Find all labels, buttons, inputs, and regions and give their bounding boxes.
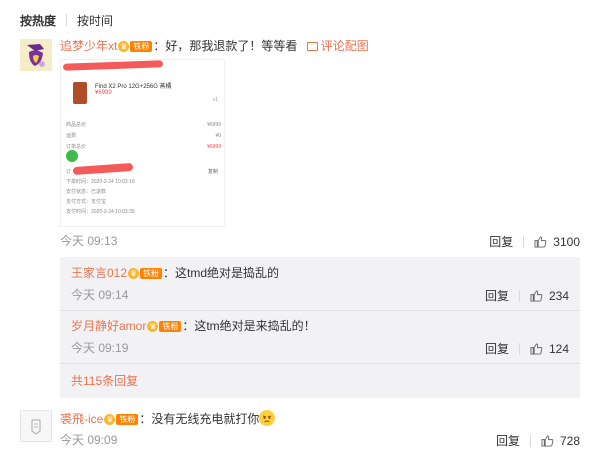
order-row: 支付状态：已退款	[66, 189, 107, 195]
username-link[interactable]: 裘飛-ice	[60, 412, 103, 426]
divider	[60, 310, 580, 311]
angry-face-icon	[259, 410, 276, 426]
username-link[interactable]: 王家言012	[71, 266, 127, 280]
reply-actions: 回复 234	[485, 287, 569, 304]
like-count: 124	[548, 341, 569, 356]
sort-bar: 按热度 按时间	[20, 11, 113, 29]
thumbs-up-icon	[530, 342, 543, 355]
wechat-icon	[66, 150, 78, 162]
product-title: Find X2 Pro 12G+256G 蒸橘	[95, 84, 172, 90]
comment-actions: 回复 3100	[489, 233, 580, 250]
like-button[interactable]: 728	[541, 434, 580, 448]
row-value: ¥6999	[207, 144, 221, 150]
fan-label: 铁粉	[116, 414, 139, 426]
product-price: ¥6999	[95, 90, 112, 96]
sort-by-time[interactable]: 按时间	[77, 12, 113, 29]
reply-button[interactable]: 回复	[489, 233, 513, 250]
price-row: 订单总价 ¥6999	[66, 142, 221, 153]
avatar[interactable]	[20, 410, 52, 442]
sort-by-hot[interactable]: 按热度	[20, 12, 56, 29]
fan-label: 铁粉	[140, 268, 163, 280]
reply-time: 今天 09:14	[71, 288, 129, 302]
reply-text: ：这tm绝对是来捣乱的！	[182, 319, 316, 333]
like-count: 3100	[553, 234, 580, 249]
comment-image-link-label: 评论配图	[320, 39, 369, 53]
fan-badge[interactable]: ♛ 铁粉	[147, 321, 182, 333]
comment-actions: 回复 728	[496, 432, 580, 449]
comment-time: 今天 09:09	[60, 433, 118, 447]
thumbs-up-icon	[541, 434, 554, 447]
fan-label: 铁粉	[159, 321, 182, 333]
row-key: 商品总价	[66, 122, 87, 128]
product-qty: x1	[212, 97, 218, 103]
comment-text: ：没有无线充电就打你	[139, 412, 260, 426]
crown-icon: ♛	[128, 268, 140, 280]
avatar[interactable]	[20, 39, 52, 71]
comment-text: ：好，那我退款了！等等看	[153, 39, 298, 53]
product-image	[73, 82, 87, 104]
reply-text: ：这tmd绝对是捣乱的	[163, 266, 280, 280]
fan-badge[interactable]: ♛ 铁粉	[118, 41, 153, 53]
row-key: 运费	[66, 133, 77, 139]
divider	[523, 235, 525, 248]
reply-time: 今天 09:19	[71, 341, 129, 355]
order-row: 支付时间：2020-3-24 10:03:39	[66, 209, 135, 215]
divider	[529, 434, 531, 447]
crown-icon: ♛	[147, 321, 159, 333]
row-value: ¥0	[215, 133, 221, 139]
crown-icon: ♛	[118, 41, 130, 53]
like-button[interactable]: 124	[530, 342, 569, 356]
username-link[interactable]: 岁月静好amor	[71, 319, 146, 333]
more-replies-link[interactable]: 共115条回复	[71, 373, 138, 389]
divider	[518, 289, 520, 302]
divider	[518, 342, 520, 355]
reply-button[interactable]: 回复	[485, 287, 509, 304]
comment-image-thumbnail[interactable]: Find X2 Pro 12G+256G 蒸橘 ¥6999 x1 商品总价 ¥69…	[60, 59, 225, 227]
comment-image-link[interactable]: 评论配图	[306, 39, 369, 53]
divider	[66, 14, 68, 26]
thumbs-up-icon	[530, 289, 543, 302]
fan-label: 铁粉	[130, 41, 153, 53]
price-row: 运费 ¥0	[66, 131, 221, 142]
reply-button[interactable]: 回复	[485, 340, 509, 357]
copy-label: 复制	[207, 169, 218, 175]
order-row: 支付方式：支付宝	[66, 199, 107, 205]
row-value: ¥6999	[207, 122, 221, 128]
like-count: 234	[548, 288, 569, 303]
thumbs-up-icon	[534, 235, 547, 248]
image-icon	[306, 42, 318, 51]
like-button[interactable]: 234	[530, 289, 569, 303]
divider	[60, 363, 580, 364]
order-row: 下单时间：2020-3-24 10:03:16	[66, 179, 135, 185]
price-rows: 商品总价 ¥6999 运费 ¥0 订单总价 ¥6999	[66, 120, 221, 153]
comment-line: 追梦少年xt ♛ 铁粉 ：好，那我退款了！等等看 评论配图	[60, 38, 369, 54]
reply-line: 王家言012 ♛ 铁粉 ：这tmd绝对是捣乱的	[71, 265, 279, 281]
reply-line: 岁月静好amor ♛ 铁粉 ：这tm绝对是来捣乱的！	[71, 318, 316, 334]
crown-icon: ♛	[104, 414, 116, 426]
fan-badge[interactable]: ♛ 铁粉	[128, 268, 163, 280]
product-card: Find X2 Pro 12G+256G 蒸橘 ¥6999 x1	[67, 76, 222, 114]
replies-panel: 王家言012 ♛ 铁粉 ：这tmd绝对是捣乱的 今天 09:14 回复 234 岁月静…	[60, 257, 580, 398]
comment-line: 裘飛-ice ♛ 铁粉 ：没有无线充电就打你	[60, 410, 276, 427]
comment-time: 今天 09:13	[60, 234, 118, 248]
reply-button[interactable]: 回复	[496, 432, 520, 449]
price-row: 商品总价 ¥6999	[66, 120, 221, 131]
order-info: 订 单 号： 下单时间：2020-3-24 10:03:16 支付状态：已退款 …	[66, 167, 221, 217]
username-link[interactable]: 追梦少年xt	[60, 39, 117, 53]
reply-actions: 回复 124	[485, 340, 569, 357]
like-count: 728	[559, 433, 580, 448]
like-button[interactable]: 3100	[534, 235, 580, 249]
redaction-mark	[62, 60, 164, 71]
fan-badge[interactable]: ♛ 铁粉	[104, 414, 139, 426]
